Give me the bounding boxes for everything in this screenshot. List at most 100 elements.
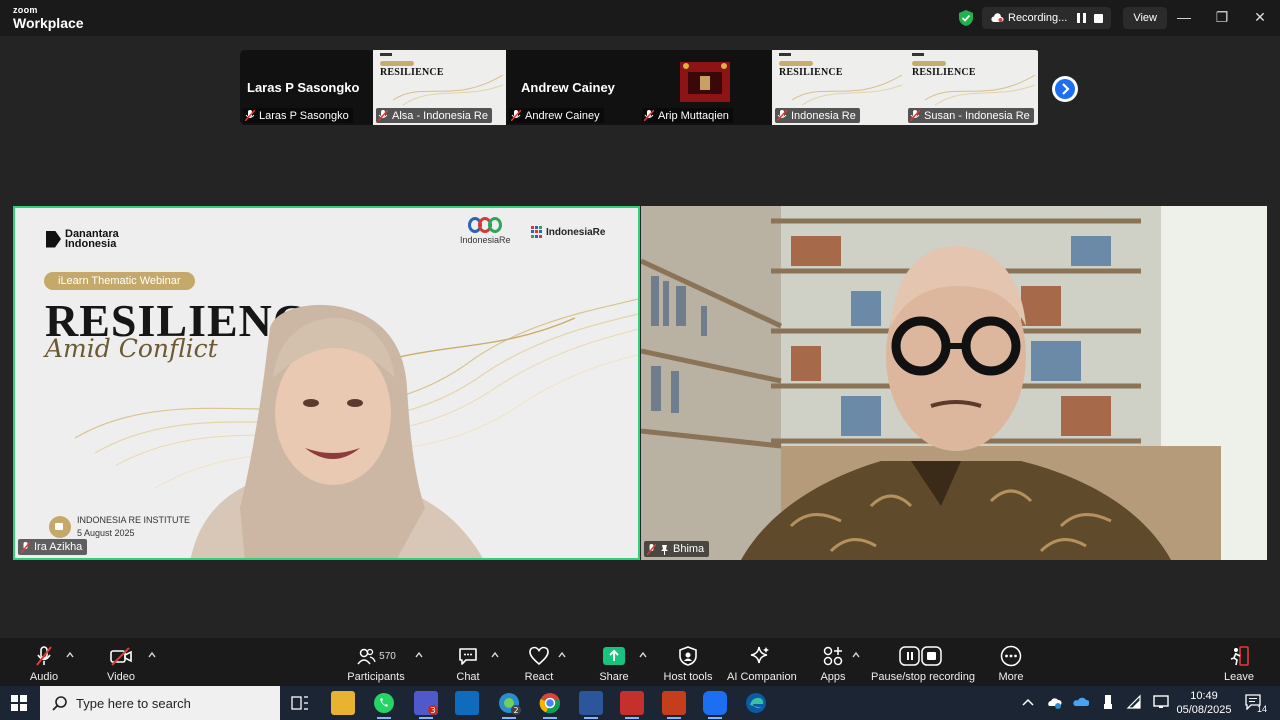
outlook-icon[interactable] bbox=[455, 691, 479, 715]
mic-muted-icon bbox=[777, 110, 787, 121]
wifi-icon[interactable] bbox=[1126, 694, 1142, 710]
participants-button[interactable]: 570 Participants bbox=[346, 644, 406, 683]
file-explorer-icon[interactable] bbox=[331, 691, 355, 715]
participants-options-chevron-icon[interactable] bbox=[414, 650, 424, 660]
shield-check-icon[interactable] bbox=[958, 9, 974, 27]
leave-label: Leave bbox=[1224, 671, 1254, 683]
chat-label: Chat bbox=[456, 671, 480, 683]
shield-icon bbox=[679, 646, 697, 666]
audio-button[interactable]: Audio bbox=[24, 644, 64, 683]
audio-options-chevron-icon[interactable] bbox=[65, 650, 75, 660]
apps-icon bbox=[823, 646, 843, 666]
apps-button[interactable]: Apps bbox=[816, 644, 850, 683]
participant-tile[interactable]: Arip Muttaqien bbox=[639, 50, 772, 125]
powerpoint-icon[interactable] bbox=[662, 691, 686, 715]
share-button[interactable]: Share bbox=[596, 644, 632, 683]
participant-tile[interactable]: Laras P Sasongko Laras P Sasongko bbox=[240, 50, 373, 125]
stop-recording-icon[interactable] bbox=[1094, 13, 1104, 23]
participants-label: Participants bbox=[347, 671, 405, 683]
mic-muted-icon bbox=[910, 110, 920, 121]
edge-dev-icon[interactable]: 2 bbox=[497, 691, 521, 715]
tile-name-label: Laras P Sasongko bbox=[243, 108, 353, 123]
view-button[interactable]: View bbox=[1123, 7, 1167, 29]
tile-name: Alsa - Indonesia Re bbox=[392, 109, 488, 122]
close-icon[interactable]: ✕ bbox=[1250, 9, 1270, 26]
view-label: View bbox=[1133, 12, 1157, 24]
cloud-icon[interactable] bbox=[1073, 694, 1089, 710]
mic-muted-icon bbox=[36, 646, 52, 666]
tile-name: Laras P Sasongko bbox=[259, 109, 349, 122]
minimize-icon[interactable]: — bbox=[1174, 9, 1194, 25]
chat-options-chevron-icon[interactable] bbox=[490, 650, 500, 660]
taskbar-search-box[interactable]: Type here to search bbox=[40, 686, 280, 720]
participant-tile[interactable]: RESILIENCE Susan - Indonesia Re bbox=[905, 50, 1038, 125]
ai-companion-button[interactable]: AI Companion bbox=[727, 644, 797, 683]
edge-icon[interactable] bbox=[744, 691, 768, 715]
tile-name-label: Alsa - Indonesia Re bbox=[376, 108, 492, 123]
onedrive-sync-icon[interactable] bbox=[1046, 694, 1062, 710]
chrome-icon[interactable] bbox=[538, 691, 562, 715]
more-button[interactable]: More bbox=[993, 644, 1029, 683]
windows-start-icon[interactable] bbox=[11, 695, 27, 711]
filmstrip-next-button[interactable] bbox=[1052, 76, 1078, 102]
tile-display-name: Andrew Cainey bbox=[521, 80, 615, 95]
host-tools-button[interactable]: Host tools bbox=[663, 644, 713, 683]
active-speaker-video[interactable]: Danantara Indonesia IndonesiaRe Indonesia… bbox=[13, 206, 640, 560]
audio-label: Audio bbox=[29, 671, 59, 683]
word-icon[interactable] bbox=[579, 691, 603, 715]
sparkle-icon bbox=[750, 646, 769, 664]
leave-button[interactable]: Leave bbox=[1221, 644, 1257, 683]
share-label: Share bbox=[599, 671, 629, 683]
chat-button[interactable]: Chat bbox=[450, 644, 486, 683]
mic-muted-icon bbox=[511, 110, 521, 121]
share-options-chevron-icon[interactable] bbox=[638, 650, 648, 660]
pause-stop-recording-button[interactable]: Pause/stop recording bbox=[871, 644, 975, 683]
mic-muted-icon bbox=[647, 543, 656, 555]
tile-name: Indonesia Re bbox=[791, 109, 856, 122]
tray-overflow-chevron-icon[interactable] bbox=[1020, 694, 1036, 710]
search-placeholder: Type here to search bbox=[76, 695, 191, 711]
pause-recording-icon[interactable] bbox=[1077, 13, 1087, 23]
participant-tile[interactable]: RESILIENCE Indonesia Re bbox=[772, 50, 905, 125]
teams-icon[interactable]: 3 bbox=[414, 691, 438, 715]
participants-count: 570 bbox=[379, 650, 396, 662]
participant-video[interactable]: Bhima bbox=[641, 206, 1267, 560]
logo-workplace-text: Workplace bbox=[13, 15, 84, 31]
react-button[interactable]: React bbox=[521, 644, 557, 683]
restore-icon[interactable]: ❐ bbox=[1212, 9, 1232, 26]
participants-icon bbox=[357, 648, 376, 665]
slide-thumbnail: RESILIENCE bbox=[772, 50, 905, 110]
zoom-app-icon[interactable] bbox=[703, 691, 727, 715]
video-button[interactable]: Video bbox=[101, 644, 141, 683]
recording-indicator[interactable]: Recording... bbox=[982, 7, 1112, 29]
task-view-icon[interactable] bbox=[291, 695, 309, 711]
video-feed bbox=[674, 58, 736, 113]
recording-label: Recording... bbox=[1008, 12, 1068, 24]
react-options-chevron-icon[interactable] bbox=[557, 650, 567, 660]
event-organizer: INDONESIA RE INSTITUTE bbox=[77, 515, 191, 525]
logo-zoom-text: zoom bbox=[13, 5, 38, 15]
apps-options-chevron-icon[interactable] bbox=[851, 650, 861, 660]
notification-count: 14 bbox=[1257, 704, 1268, 714]
participant-name-chip: Bhima bbox=[644, 541, 710, 557]
system-clock[interactable]: 10:49 05/08/2025 bbox=[1172, 689, 1236, 717]
zoom-workplace-logo: zoom Workplace bbox=[13, 5, 84, 31]
tile-name-label: Susan - Indonesia Re bbox=[908, 108, 1034, 123]
participant-tile[interactable]: RESILIENCE Alsa - Indonesia Re bbox=[373, 50, 506, 125]
pause-stop-icon bbox=[899, 646, 942, 666]
meeting-stage: Laras P Sasongko Laras P Sasongko RESILI… bbox=[0, 36, 1280, 638]
video-options-chevron-icon[interactable] bbox=[147, 650, 157, 660]
usb-device-icon[interactable] bbox=[1100, 694, 1116, 710]
tile-name-label: Indonesia Re bbox=[775, 108, 860, 123]
acrobat-icon[interactable] bbox=[620, 691, 644, 715]
recording-area: Recording... View bbox=[958, 7, 1167, 29]
tile-display-name: Laras P Sasongko bbox=[247, 80, 360, 95]
edge-badge: 2 bbox=[513, 706, 518, 715]
pin-icon bbox=[661, 544, 668, 555]
participant-tile[interactable]: Andrew Cainey Andrew Cainey bbox=[506, 50, 639, 125]
share-screen-icon bbox=[603, 647, 625, 665]
whatsapp-icon[interactable] bbox=[372, 691, 396, 715]
mic-muted-icon bbox=[378, 110, 388, 121]
filmstrip: Laras P Sasongko Laras P Sasongko RESILI… bbox=[240, 50, 1040, 125]
display-icon[interactable] bbox=[1153, 694, 1169, 710]
